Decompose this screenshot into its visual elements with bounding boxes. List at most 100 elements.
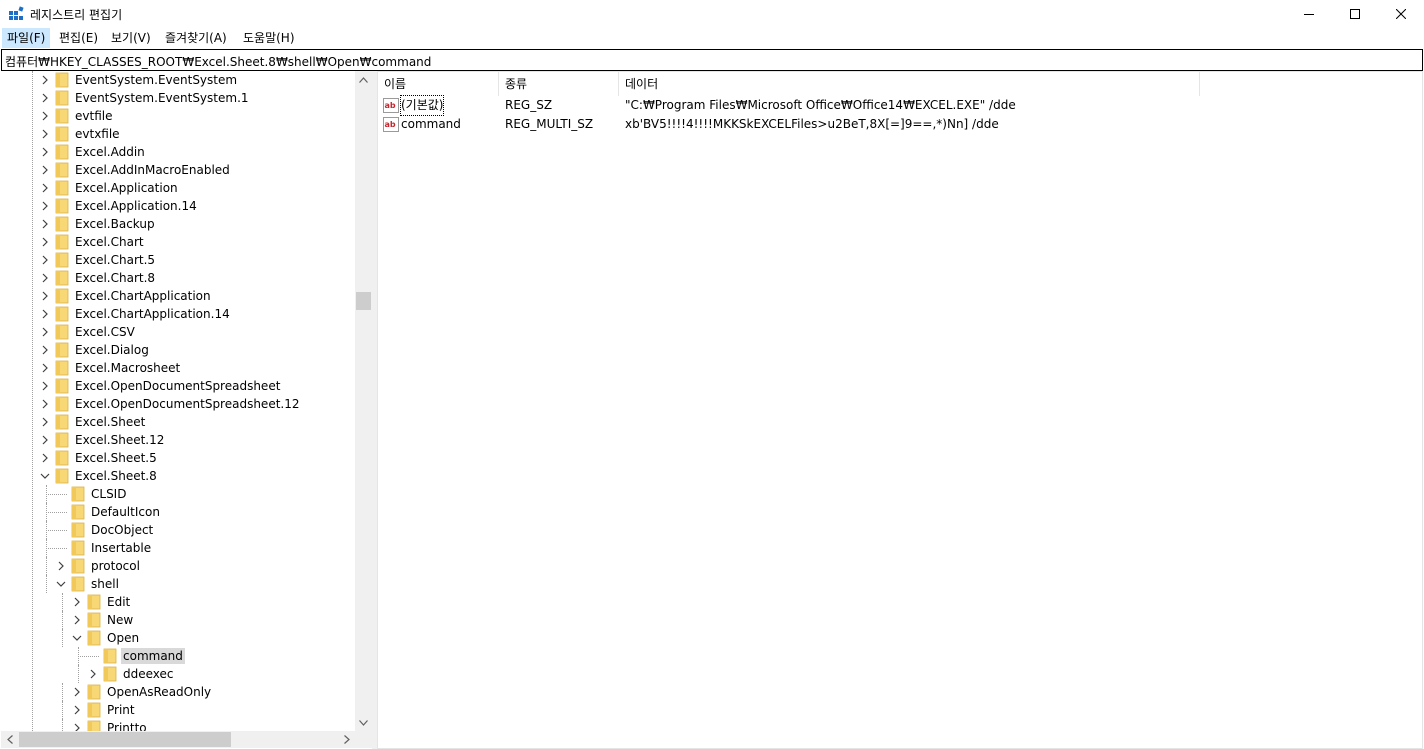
- chevron-right-icon[interactable]: [39, 308, 51, 320]
- chevron-right-icon[interactable]: [71, 722, 83, 731]
- chevron-right-icon[interactable]: [39, 146, 51, 158]
- tree-item[interactable]: Excel.Application: [1, 179, 355, 197]
- chevron-right-icon[interactable]: [39, 92, 51, 104]
- minimize-button[interactable]: [1286, 0, 1332, 28]
- chevron-right-icon[interactable]: [39, 272, 51, 284]
- tree-horizontal-scroll-thumb[interactable]: [19, 732, 231, 747]
- tree-item[interactable]: Print: [1, 701, 355, 719]
- chevron-right-icon[interactable]: [39, 164, 51, 176]
- tree-item[interactable]: CLSID: [1, 485, 355, 503]
- menu-file[interactable]: 파일(F): [2, 28, 51, 48]
- tree-item[interactable]: evtfile: [1, 107, 355, 125]
- tree-item[interactable]: Excel.OpenDocumentSpreadsheet: [1, 377, 355, 395]
- tree-item[interactable]: Excel.OpenDocumentSpreadsheet.12: [1, 395, 355, 413]
- tree-item[interactable]: Excel.ChartApplication.14: [1, 305, 355, 323]
- chevron-right-icon[interactable]: [71, 686, 83, 698]
- chevron-right-icon[interactable]: [55, 560, 67, 572]
- menu-help[interactable]: 도움말(H): [238, 28, 300, 48]
- scroll-left-button[interactable]: [1, 731, 18, 748]
- chevron-right-icon[interactable]: [39, 236, 51, 248]
- chevron-right-icon[interactable]: [71, 614, 83, 626]
- tree-item[interactable]: Insertable: [1, 539, 355, 557]
- chevron-right-icon[interactable]: [39, 452, 51, 464]
- scroll-down-button[interactable]: [355, 714, 372, 731]
- tree-guide-line: [46, 557, 47, 575]
- tree-vertical-scroll-thumb[interactable]: [356, 292, 371, 310]
- chevron-right-icon[interactable]: [39, 200, 51, 212]
- chevron-down-icon[interactable]: [71, 632, 83, 644]
- column-header-data[interactable]: 데이터: [619, 72, 1200, 96]
- chevron-right-icon[interactable]: [39, 254, 51, 266]
- chevron-right-icon[interactable]: [39, 434, 51, 446]
- key-tree: EventSystem.EventSystem EventSystem.Event…: [1, 71, 355, 731]
- tree-item[interactable]: Excel.AddInMacroEnabled: [1, 161, 355, 179]
- tree-item[interactable]: DocObject: [1, 521, 355, 539]
- menu-edit[interactable]: 편집(E): [54, 28, 103, 48]
- tree-item[interactable]: evtxfile: [1, 125, 355, 143]
- tree-item[interactable]: EventSystem.EventSystem.1: [1, 89, 355, 107]
- tree-item[interactable]: Excel.Chart.8: [1, 269, 355, 287]
- tree-item[interactable]: Open: [1, 629, 355, 647]
- tree-item[interactable]: Excel.Application.14: [1, 197, 355, 215]
- tree-item[interactable]: shell: [1, 575, 355, 593]
- scroll-up-button[interactable]: [355, 71, 372, 88]
- chevron-right-icon[interactable]: [39, 344, 51, 356]
- chevron-right-icon[interactable]: [39, 416, 51, 428]
- chevron-right-icon[interactable]: [39, 398, 51, 410]
- menu-favorites[interactable]: 즐겨찾기(A): [160, 28, 232, 48]
- tree-item-label: Excel.Dialog: [75, 343, 149, 357]
- scroll-right-button[interactable]: [338, 731, 355, 748]
- tree-item[interactable]: protocol: [1, 557, 355, 575]
- close-button[interactable]: [1378, 0, 1424, 28]
- tree-item[interactable]: Excel.Sheet: [1, 413, 355, 431]
- tree-item[interactable]: Excel.Sheet.12: [1, 431, 355, 449]
- value-row[interactable]: ab command REG_MULTI_SZ xb'BV5!!!!4!!!!M…: [378, 115, 1422, 134]
- tree-item-label: DocObject: [91, 523, 154, 537]
- column-header-type[interactable]: 종류: [499, 72, 619, 96]
- tree-horizontal-scrollbar[interactable]: [1, 731, 355, 748]
- tree-item[interactable]: Excel.Macrosheet: [1, 359, 355, 377]
- maximize-button[interactable]: [1332, 0, 1378, 28]
- tree-item-label: Excel.Sheet.12: [75, 433, 165, 447]
- tree-item[interactable]: ddeexec: [1, 665, 355, 683]
- folder-icon: [55, 342, 69, 358]
- chevron-down-icon[interactable]: [55, 578, 67, 590]
- chevron-right-icon[interactable]: [71, 704, 83, 716]
- chevron-right-icon[interactable]: [39, 74, 51, 86]
- chevron-right-icon[interactable]: [39, 362, 51, 374]
- chevron-right-icon[interactable]: [39, 110, 51, 122]
- chevron-right-icon[interactable]: [39, 128, 51, 140]
- tree-item[interactable]: DefaultIcon: [1, 503, 355, 521]
- tree-item[interactable]: OpenAsReadOnly: [1, 683, 355, 701]
- tree-guide-line: [62, 701, 63, 719]
- tree-item[interactable]: Excel.Dialog: [1, 341, 355, 359]
- chevron-right-icon[interactable]: [39, 326, 51, 338]
- chevron-right-icon[interactable]: [39, 218, 51, 230]
- tree-item[interactable]: Excel.Addin: [1, 143, 355, 161]
- tree-item[interactable]: Excel.Chart.5: [1, 251, 355, 269]
- tree-item[interactable]: Printto: [1, 719, 355, 731]
- tree-guide-line: [62, 719, 63, 731]
- tree-item[interactable]: New: [1, 611, 355, 629]
- tree-item[interactable]: command: [1, 647, 355, 665]
- chevron-down-icon[interactable]: [39, 470, 51, 482]
- chevron-right-icon[interactable]: [39, 182, 51, 194]
- tree-item[interactable]: Excel.Sheet.8: [1, 467, 355, 485]
- chevron-right-icon[interactable]: [39, 290, 51, 302]
- address-bar[interactable]: 컴퓨터₩HKEY_CLASSES_ROOT₩Excel.Sheet.8₩shel…: [1, 49, 1423, 71]
- tree-item[interactable]: Excel.CSV: [1, 323, 355, 341]
- menu-view[interactable]: 보기(V): [106, 28, 156, 48]
- tree-item[interactable]: Excel.Sheet.5: [1, 449, 355, 467]
- tree-item[interactable]: Excel.Chart: [1, 233, 355, 251]
- column-header-name[interactable]: 이름: [378, 72, 499, 96]
- tree-vertical-scrollbar[interactable]: [355, 71, 372, 731]
- tree-item[interactable]: Excel.ChartApplication: [1, 287, 355, 305]
- chevron-right-icon[interactable]: [39, 380, 51, 392]
- tree-item[interactable]: Edit: [1, 593, 355, 611]
- chevron-right-icon[interactable]: [87, 668, 99, 680]
- chevron-right-icon[interactable]: [71, 596, 83, 608]
- tree-item[interactable]: Excel.Backup: [1, 215, 355, 233]
- value-row[interactable]: ab (기본값) REG_SZ "C:₩Program Files₩Micros…: [378, 95, 1422, 116]
- tree-item-label: Excel.ChartApplication.14: [75, 307, 230, 321]
- tree-item[interactable]: EventSystem.EventSystem: [1, 71, 355, 89]
